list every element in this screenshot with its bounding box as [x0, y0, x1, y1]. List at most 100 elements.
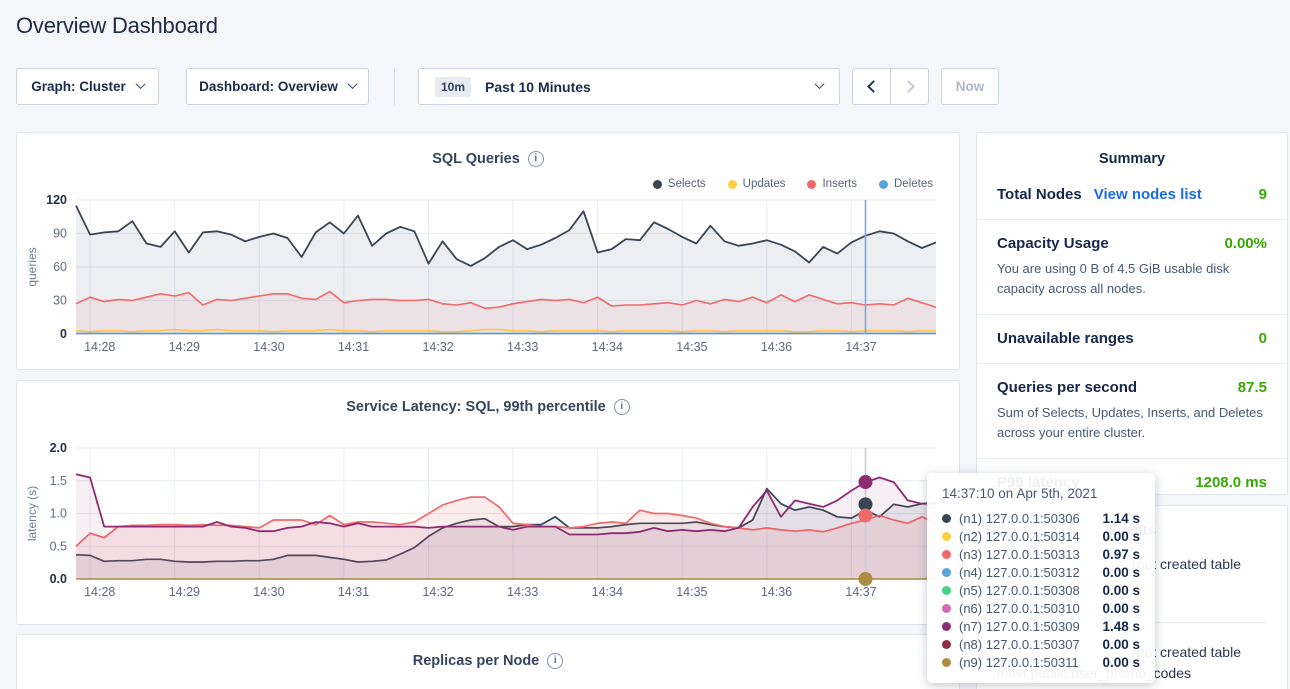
graph-dropdown-label: Graph: Cluster	[31, 79, 126, 94]
tooltip-node-row: (n6) 127.0.0.1:50310 0.00 s	[942, 599, 1140, 617]
legend-dot	[879, 180, 888, 189]
node-address: (n5) 127.0.0.1:50308	[959, 583, 1080, 598]
svg-text:14:37: 14:37	[845, 340, 876, 354]
svg-text:14:28: 14:28	[84, 585, 115, 599]
time-range-dropdown[interactable]: 10m Past 10 Minutes	[418, 68, 840, 105]
legend-item-updates[interactable]: Updates	[728, 178, 786, 190]
svg-text:14:30: 14:30	[253, 585, 284, 599]
chart-hover-tooltip: 14:37:10 on Apr 5th, 2021 (n1) 127.0.0.1…	[927, 473, 1155, 683]
time-range-badge: 10m	[435, 77, 471, 97]
legend-label: Inserts	[822, 178, 857, 190]
replicas-per-node-card: Replicas per Node i	[16, 634, 960, 689]
legend-label: Deletes	[894, 178, 933, 190]
dashboard-dropdown-label: Dashboard: Overview	[199, 79, 338, 94]
summary-total-nodes: Total Nodes View nodes list 9	[977, 171, 1287, 220]
page-title: Overview Dashboard	[16, 13, 218, 39]
info-icon[interactable]: i	[547, 653, 563, 669]
svg-text:14:28: 14:28	[84, 340, 115, 354]
legend-dot	[807, 180, 816, 189]
tooltip-node-row: (n5) 127.0.0.1:50308 0.00 s	[942, 581, 1140, 599]
svg-text:14:31: 14:31	[338, 340, 369, 354]
node-latency-value: 0.00 s	[1102, 565, 1140, 580]
svg-text:120: 120	[46, 193, 67, 207]
node-latency-value: 0.00 s	[1102, 601, 1140, 616]
summary-title: Summary	[977, 133, 1287, 171]
svg-text:0.5: 0.5	[50, 539, 67, 553]
summary-queries-per-second: Queries per second 87.5 Sum of Selects, …	[977, 364, 1287, 459]
now-button-label: Now	[956, 79, 985, 94]
node-address: (n7) 127.0.0.1:50309	[959, 619, 1080, 634]
svg-text:14:33: 14:33	[507, 340, 538, 354]
legend-label: Updates	[743, 178, 786, 190]
svg-text:14:34: 14:34	[592, 340, 623, 354]
svg-text:1.5: 1.5	[50, 474, 67, 488]
svg-text:2.0: 2.0	[50, 441, 67, 455]
dashboard-dropdown[interactable]: Dashboard: Overview	[186, 68, 369, 105]
qps-desc: Sum of Selects, Updates, Inserts, and De…	[997, 403, 1267, 442]
node-color-dot	[942, 532, 951, 541]
info-icon[interactable]: i	[614, 399, 630, 415]
node-address: (n1) 127.0.0.1:50306	[959, 511, 1080, 526]
node-address: (n9) 127.0.0.1:50311	[959, 655, 1079, 670]
capacity-usage-value: 0.00%	[1224, 235, 1267, 252]
p99-latency-value: 1208.0 ms	[1195, 474, 1267, 491]
node-address: (n3) 127.0.0.1:50313	[959, 547, 1080, 562]
tooltip-node-row: (n1) 127.0.0.1:50306 1.14 s	[942, 509, 1140, 527]
svg-text:14:29: 14:29	[169, 340, 200, 354]
sql-queries-title: SQL Queries	[432, 151, 520, 167]
legend-dot	[728, 180, 737, 189]
overview-dashboard-page: Overview Dashboard Graph: Cluster Dashbo…	[0, 0, 1290, 689]
chevron-down-icon	[347, 79, 357, 89]
time-next-button[interactable]	[890, 68, 929, 105]
node-latency-value: 0.00 s	[1102, 529, 1140, 544]
capacity-usage-desc: You are using 0 B of 4.5 GiB usable disk…	[997, 259, 1267, 298]
node-address: (n6) 127.0.0.1:50310	[959, 601, 1080, 616]
svg-text:14:35: 14:35	[676, 340, 707, 354]
node-latency-value: 0.00 s	[1102, 637, 1140, 652]
node-color-dot	[942, 550, 951, 559]
chevron-down-icon	[135, 79, 145, 89]
svg-text:1.0: 1.0	[50, 507, 67, 521]
node-address: (n8) 127.0.0.1:50307	[959, 637, 1080, 652]
node-latency-value: 0.00 s	[1102, 583, 1140, 598]
sql-queries-legend: Selects Updates Inserts Deletes	[653, 178, 933, 190]
svg-text:14:36: 14:36	[761, 340, 792, 354]
service-latency-chart[interactable]: 14:2814:2914:3014:3114:3214:3314:3414:35…	[76, 448, 936, 579]
summary-panel: Summary Total Nodes View nodes list 9 Ca…	[976, 132, 1288, 495]
svg-text:0.0: 0.0	[50, 572, 67, 586]
svg-text:14:32: 14:32	[422, 340, 453, 354]
service-latency-title: Service Latency: SQL, 99th percentile	[346, 399, 606, 415]
svg-text:14:29: 14:29	[169, 585, 200, 599]
unavailable-ranges-value: 0	[1259, 330, 1267, 347]
now-button[interactable]: Now	[941, 68, 999, 105]
node-latency-value: 0.97 s	[1102, 547, 1140, 562]
view-nodes-list-link[interactable]: View nodes list	[1094, 186, 1202, 203]
tooltip-timestamp: 14:37:10 on Apr 5th, 2021	[942, 486, 1140, 501]
node-color-dot	[942, 568, 951, 577]
legend-item-deletes[interactable]: Deletes	[879, 178, 933, 190]
tooltip-node-row: (n4) 127.0.0.1:50312 0.00 s	[942, 563, 1140, 581]
tooltip-node-row: (n7) 127.0.0.1:503091.48 s	[942, 617, 1140, 635]
node-latency-value: 1.14 s	[1102, 511, 1140, 526]
node-color-dot	[942, 658, 951, 667]
summary-unavailable-ranges: Unavailable ranges 0	[977, 315, 1287, 364]
legend-dot	[653, 180, 662, 189]
node-address: (n4) 127.0.0.1:50312	[959, 565, 1080, 580]
svg-text:14:34: 14:34	[592, 585, 623, 599]
total-nodes-value: 9	[1259, 186, 1267, 203]
chevron-left-icon	[867, 80, 880, 93]
svg-text:30: 30	[53, 294, 67, 308]
legend-item-inserts[interactable]: Inserts	[807, 178, 857, 190]
legend-item-selects[interactable]: Selects	[653, 178, 706, 190]
qps-value: 87.5	[1238, 379, 1267, 396]
node-address: (n2) 127.0.0.1:50314	[959, 529, 1080, 544]
legend-label: Selects	[668, 178, 706, 190]
svg-text:90: 90	[53, 227, 67, 241]
info-icon[interactable]: i	[528, 151, 544, 167]
time-prev-button[interactable]	[852, 68, 891, 105]
svg-text:queries: queries	[25, 247, 39, 286]
graph-dropdown[interactable]: Graph: Cluster	[16, 68, 159, 105]
svg-text:60: 60	[53, 260, 67, 274]
replicas-per-node-title: Replicas per Node	[413, 653, 540, 669]
sql-queries-chart[interactable]: 14:2814:2914:3014:3114:3214:3314:3414:35…	[76, 200, 936, 334]
